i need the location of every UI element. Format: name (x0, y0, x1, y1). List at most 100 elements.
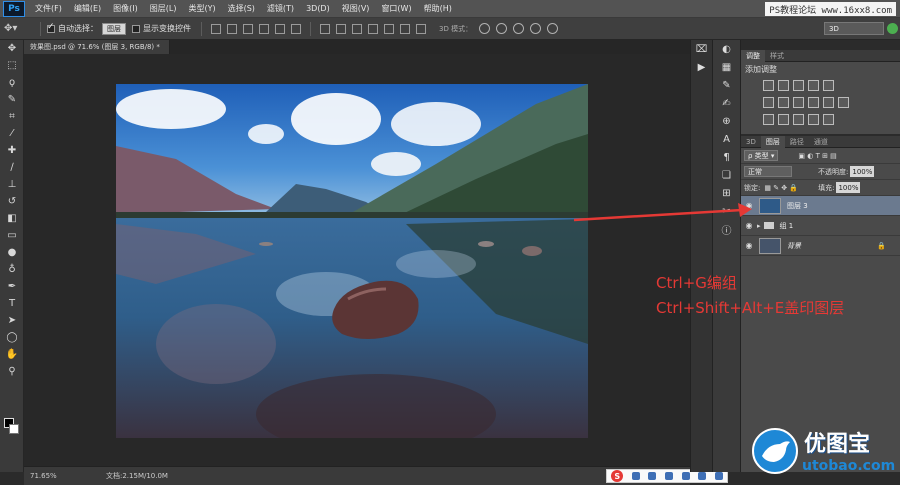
distribute-top-icon[interactable] (320, 23, 330, 34)
3d-roll-icon[interactable] (496, 23, 508, 34)
clone-stamp-tool-icon[interactable]: ⊥ (0, 176, 24, 193)
color-lookup-icon[interactable] (838, 97, 849, 108)
align-hcenter-icon[interactable] (275, 23, 285, 34)
dodge-tool-icon[interactable]: ♁ (0, 261, 24, 278)
document-tab[interactable]: 效果图.psd @ 71.6% (图层 3, RGB/8) * (24, 40, 170, 54)
ime-keyboard-icon[interactable] (681, 472, 690, 480)
3d-pan-icon[interactable] (513, 23, 525, 34)
align-left-icon[interactable] (259, 23, 269, 34)
sogou-ime-icon[interactable]: S (611, 470, 624, 482)
type-tool-icon[interactable]: T (0, 295, 24, 312)
paragraph-panel-icon[interactable]: ¶ (713, 148, 740, 166)
healing-brush-tool-icon[interactable]: ✚ (0, 142, 24, 159)
menu-3d[interactable]: 3D(D) (300, 4, 336, 13)
blend-mode-select[interactable]: 正常 (744, 166, 792, 177)
distribute-right-icon[interactable] (400, 23, 410, 34)
history-brush-tool-icon[interactable]: ↺ (0, 193, 24, 210)
color-balance-icon[interactable] (778, 97, 789, 108)
ime-voice-icon[interactable] (664, 472, 673, 480)
selective-color-icon[interactable] (823, 114, 834, 125)
menu-window[interactable]: 窗口(W) (375, 3, 417, 14)
distribute-bottom-icon[interactable] (352, 23, 362, 34)
menu-select[interactable]: 选择(S) (222, 3, 261, 14)
crop-tool-icon[interactable]: ⌗ (0, 108, 24, 125)
photo-filter-icon[interactable] (808, 97, 819, 108)
filter-kind-select[interactable]: ρ 类型 ▾ (744, 150, 779, 161)
menu-help[interactable]: 帮助(H) (418, 3, 458, 14)
brush-panel-icon[interactable]: ✎ (713, 76, 740, 94)
align-top-icon[interactable] (211, 23, 221, 34)
distribute-hcenter-icon[interactable] (384, 23, 394, 34)
pen-tool-icon[interactable]: ✒ (0, 278, 24, 295)
lock-icons[interactable]: ▦ ✎ ✥ 🔒 (764, 184, 798, 192)
shape-tool-icon[interactable]: ◯ (0, 329, 24, 346)
menu-type[interactable]: 类型(Y) (182, 3, 221, 14)
zoom-level[interactable]: 71.65% (30, 472, 74, 480)
layer-row[interactable]: ◉ 背景 🔒 (741, 236, 900, 256)
menu-image[interactable]: 图像(I) (107, 3, 144, 14)
ime-mode-icon[interactable] (631, 472, 640, 480)
tab-paths[interactable]: 路径 (785, 136, 809, 148)
ime-skin-icon[interactable] (698, 472, 707, 480)
layer-row[interactable]: ◉ ▸ 组 1 (741, 216, 900, 236)
brush-tool-icon[interactable]: ∕ (0, 159, 24, 176)
tab-styles[interactable]: 样式 (765, 50, 789, 62)
layer-comps-icon[interactable]: ❏ (713, 166, 740, 184)
hue-saturation-icon[interactable] (763, 97, 774, 108)
align-bottom-icon[interactable] (243, 23, 253, 34)
filter-icons[interactable]: ▣ ◐ T ⊞ ▤ (798, 152, 836, 160)
black-white-icon[interactable] (793, 97, 804, 108)
menu-view[interactable]: 视图(V) (336, 3, 376, 14)
align-vcenter-icon[interactable] (227, 23, 237, 34)
marquee-tool-icon[interactable]: ⬚ (0, 57, 24, 74)
clone-source-icon[interactable]: ⊕ (713, 112, 740, 130)
background-color-swatch[interactable] (9, 424, 19, 434)
gradient-tool-icon[interactable]: ▭ (0, 227, 24, 244)
layer-row[interactable]: ◉ 图层 3 (741, 196, 900, 216)
menu-filter[interactable]: 滤镜(T) (261, 3, 300, 14)
opacity-input[interactable]: 100% (850, 166, 875, 177)
auto-select-dropdown[interactable]: 图层 (102, 22, 126, 35)
swatches-panel-icon[interactable]: ▦ (713, 58, 740, 76)
fill-input[interactable]: 100% (836, 182, 861, 193)
vibrance-icon[interactable] (823, 80, 834, 91)
distribute-left-icon[interactable] (368, 23, 378, 34)
align-right-icon[interactable] (291, 23, 301, 34)
canvas-image[interactable] (116, 84, 588, 438)
distribute-vcenter-icon[interactable] (336, 23, 346, 34)
brightness-icon[interactable] (763, 80, 774, 91)
ime-punct-icon[interactable] (648, 472, 657, 480)
3d-rotate-icon[interactable] (479, 23, 491, 34)
menu-layer[interactable]: 图层(L) (144, 3, 183, 14)
move-tool-icon[interactable]: ✥ (0, 40, 24, 57)
ime-settings-icon[interactable] (714, 472, 723, 480)
auto-align-icon[interactable] (416, 23, 426, 34)
eyedropper-tool-icon[interactable]: ⁄ (0, 125, 24, 142)
quick-select-tool-icon[interactable]: ✎ (0, 91, 24, 108)
channel-mixer-icon[interactable] (823, 97, 834, 108)
auto-select-checkbox[interactable] (47, 22, 55, 33)
path-select-tool-icon[interactable]: ➤ (0, 312, 24, 329)
posterize-icon[interactable] (778, 114, 789, 125)
eraser-tool-icon[interactable]: ◧ (0, 210, 24, 227)
workspace-select[interactable]: 3D (824, 22, 884, 35)
lasso-tool-icon[interactable]: ϙ (0, 74, 24, 91)
history-panel-icon[interactable]: ⌧ (691, 40, 712, 58)
character-panel-icon[interactable]: A (713, 130, 740, 148)
menu-file[interactable]: 文件(F) (29, 3, 68, 14)
levels-icon[interactable] (778, 80, 789, 91)
threshold-icon[interactable] (793, 114, 804, 125)
brush-presets-icon[interactable]: ✍ (713, 94, 740, 112)
curves-icon[interactable] (793, 80, 804, 91)
menu-edit[interactable]: 编辑(E) (68, 3, 107, 14)
3d-scale-icon[interactable] (547, 23, 559, 34)
move-tool-preset-icon[interactable]: ✥▾ (4, 21, 34, 37)
exposure-icon[interactable] (808, 80, 819, 91)
tab-3d[interactable]: 3D (741, 136, 761, 148)
zoom-tool-icon[interactable]: ⚲ (0, 363, 24, 380)
actions-panel-icon[interactable]: ▶ (691, 58, 712, 76)
invert-icon[interactable] (763, 114, 774, 125)
gradient-map-icon[interactable] (808, 114, 819, 125)
hand-tool-icon[interactable]: ✋ (0, 346, 24, 363)
tab-adjustments[interactable]: 调整 (741, 49, 765, 62)
